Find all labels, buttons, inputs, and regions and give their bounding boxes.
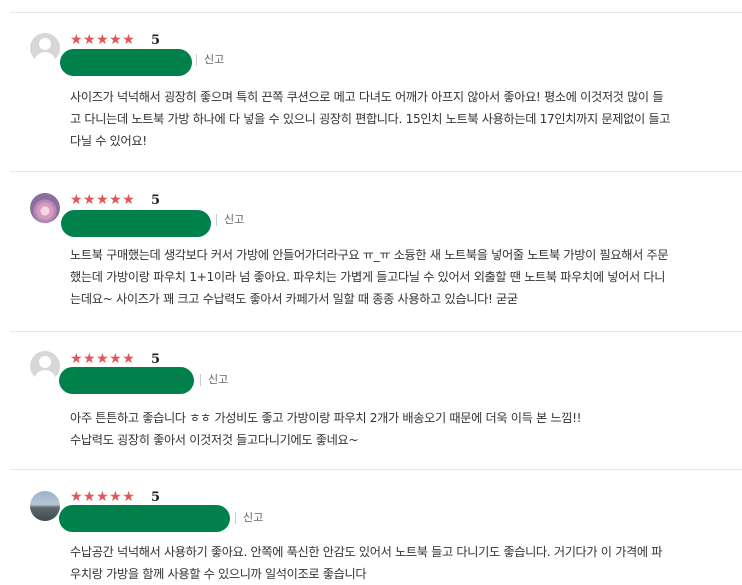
rating-value: 5 [151, 193, 161, 208]
report-button[interactable]: 신고 [224, 213, 244, 227]
report-button[interactable]: 신고 [208, 373, 228, 387]
masked-username [59, 505, 230, 532]
flower-photo-avatar [30, 193, 60, 223]
review-divider [10, 331, 742, 332]
masked-username [59, 367, 194, 394]
review-divider [10, 469, 742, 470]
review-content: 아주 튼튼하고 좋습니다 ㅎㅎ 가성비도 좋고 가방이랑 파우치 2개가 배송오… [70, 411, 582, 447]
rating-value: 5 [151, 33, 161, 48]
review-content: 사이즈가 넉넉해서 굉장히 좋으며 특히 끈쪽 쿠션으로 메고 다녀도 어깨가 … [70, 90, 671, 148]
star-rating-icon: ★★★★★ [70, 489, 136, 505]
report-button[interactable]: 신고 [243, 511, 263, 525]
default-user-icon [30, 351, 60, 381]
report-button[interactable]: 신고 [204, 53, 224, 67]
review-content: 노트북 구매했는데 생각보다 커서 가방에 안들어가더라구요 ㅠ_ㅠ 소듕한 새… [70, 248, 669, 306]
star-rating-icon: ★★★★★ [70, 32, 136, 48]
review-divider [10, 171, 742, 172]
separator [196, 54, 197, 66]
separator [235, 512, 236, 524]
masked-username [61, 210, 211, 237]
star-rating-icon: ★★★★★ [70, 192, 136, 208]
masked-username [60, 49, 192, 76]
separator [216, 214, 217, 226]
separator [200, 374, 201, 386]
rating-value: 5 [151, 490, 161, 505]
star-rating-icon: ★★★★★ [70, 351, 136, 367]
rating-value: 5 [151, 352, 161, 367]
landscape-photo-avatar [30, 491, 60, 521]
review-content: 수납공간 넉넉해서 사용하기 좋아요. 안쪽에 푹신한 안감도 있어서 노트북 … [70, 545, 663, 581]
default-user-icon [30, 33, 60, 63]
review-divider [10, 12, 742, 13]
